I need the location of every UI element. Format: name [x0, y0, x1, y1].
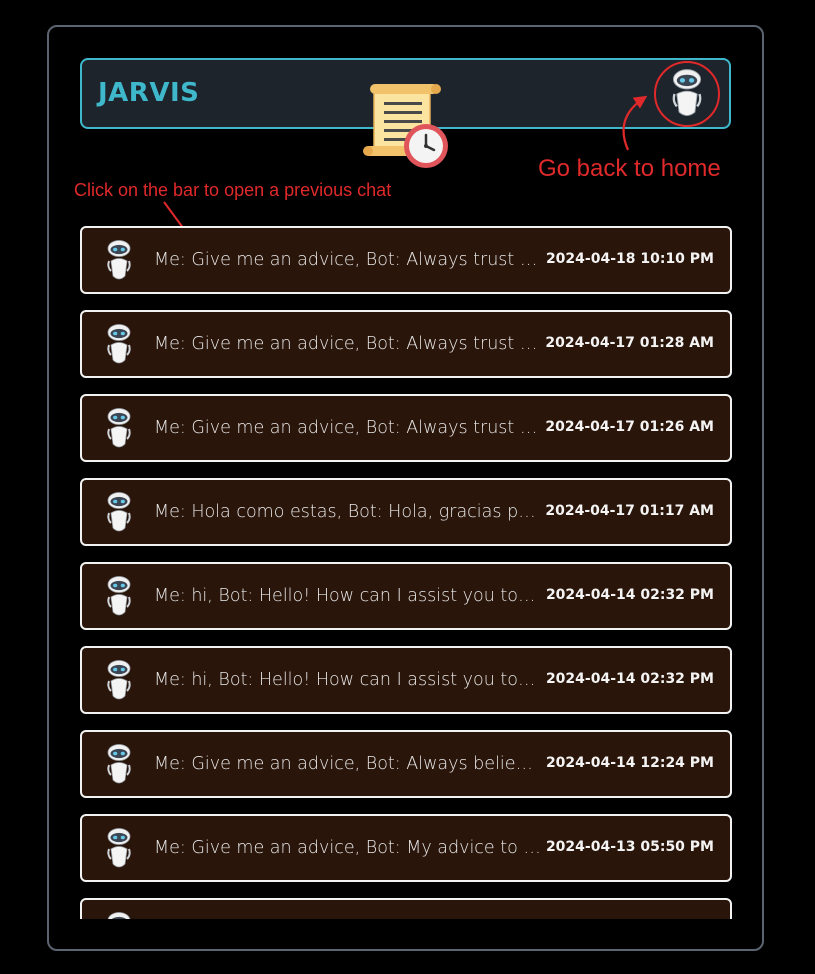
chat-history-item[interactable]: Me: Give me an advice, Bot: Always belie…	[80, 730, 732, 798]
app-title: JARVIS	[98, 78, 200, 108]
chat-timestamp: 2024-04-13 05:50 PM	[545, 839, 714, 855]
chat-timestamp: 2024-04-17 01:28 AM	[545, 335, 714, 351]
chat-preview: Me: Give me an advice, Bot: Always trust…	[154, 334, 542, 354]
chat-preview: Me: Give me an advice, Bot: My advice to…	[154, 838, 542, 858]
bar-hint-annotation: Click on the bar to open a previous chat	[74, 180, 392, 200]
robot-avatar-icon	[672, 69, 702, 116]
bot-avatar-icon	[104, 324, 134, 366]
bot-avatar-icon	[104, 240, 134, 282]
bot-avatar-icon	[104, 408, 134, 450]
chat-history-item[interactable]: Me: Give me an advice, Bot: My advice to…	[80, 814, 732, 882]
bot-avatar-icon	[104, 660, 134, 702]
chat-history-item[interactable]: Me: Give me an advice, Bot: Always trust…	[80, 226, 732, 294]
chat-timestamp: 2024-04-18 10:10 PM	[545, 251, 714, 267]
chat-preview: Me: Give me an advice, Bot: Always trust…	[154, 250, 542, 270]
home-button[interactable]	[654, 61, 720, 127]
chat-history-item[interactable]: Me: Give me an advice, Bot: Always trust…	[80, 310, 732, 378]
bot-avatar-icon	[104, 912, 134, 919]
chat-history-item[interactable]: Me: Give me an advice, Bot: Always trust…	[80, 394, 732, 462]
chat-history-item[interactable]: Me: hi, Bot: Hello! How can I assist you…	[80, 646, 732, 714]
bot-avatar-icon	[104, 828, 134, 870]
chat-preview: Me: hi, Bot: Hello! How can I assist you…	[154, 670, 542, 690]
chat-timestamp: 2024-04-14 12:24 PM	[545, 755, 714, 771]
chat-history-item[interactable]	[80, 898, 732, 919]
chat-preview: Me: hi, Bot: Hello! How can I assist you…	[154, 586, 542, 606]
bot-avatar-icon	[104, 492, 134, 534]
chat-history-item[interactable]: Me: hi, Bot: Hello! How can I assist you…	[80, 562, 732, 630]
home-hint-annotation: Go back to home	[538, 155, 721, 182]
chat-timestamp: 2024-04-17 01:26 AM	[545, 419, 714, 435]
history-icon	[363, 84, 448, 168]
chat-preview: Me: Give me an advice, Bot: Always belie…	[154, 754, 542, 774]
bot-avatar-icon	[104, 576, 134, 618]
bot-avatar-icon	[104, 744, 134, 786]
chat-history-item[interactable]: Me: Hola como estas, Bot: Hola, gracias …	[80, 478, 732, 546]
chat-preview: Me: Hola como estas, Bot: Hola, gracias …	[154, 502, 542, 522]
chat-preview: Me: Give me an advice, Bot: Always trust…	[154, 418, 542, 438]
chat-history-list[interactable]: Me: Give me an advice, Bot: Always trust…	[80, 226, 732, 919]
chat-timestamp: 2024-04-14 02:32 PM	[545, 671, 714, 687]
chat-timestamp: 2024-04-17 01:17 AM	[545, 503, 714, 519]
chat-timestamp: 2024-04-14 02:32 PM	[545, 587, 714, 603]
